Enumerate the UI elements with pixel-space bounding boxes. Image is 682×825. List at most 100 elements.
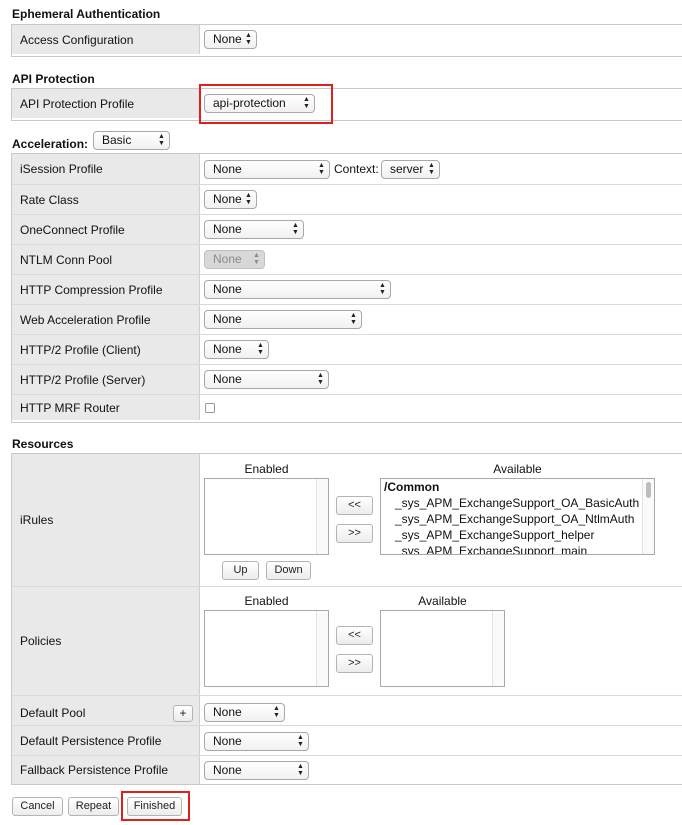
select-arrows-icon xyxy=(297,734,304,749)
isession-label: iSession Profile xyxy=(20,162,103,176)
irules-enabled-header: Enabled xyxy=(244,462,289,476)
ephemeral-auth-heading: Ephemeral Authentication xyxy=(12,7,161,21)
irules-available-list[interactable]: /Common _sys_APM_ExchangeSupport_OA_Basi… xyxy=(380,478,655,555)
default-persistence-select[interactable]: None xyxy=(204,732,309,751)
ntlm-label-cell: NTLM Conn Pool xyxy=(12,245,200,274)
irules-enabled-list[interactable] xyxy=(204,478,329,555)
irules-move-left-button[interactable]: << xyxy=(336,496,373,515)
policies-move-left-button[interactable]: << xyxy=(336,626,373,645)
http2-server-row: HTTP/2 Profile (Server) None xyxy=(12,364,682,394)
oneconnect-label: OneConnect Profile xyxy=(20,222,125,237)
context-select[interactable]: server xyxy=(381,160,440,179)
http-mrf-row: HTTP MRF Router xyxy=(12,394,682,420)
select-arrows-icon xyxy=(245,32,252,47)
policies-enabled-scrollbar[interactable] xyxy=(316,611,328,686)
api-profile-label-cell: API Protection Profile xyxy=(12,89,200,118)
select-arrows-icon xyxy=(257,342,264,357)
cancel-button[interactable]: Cancel xyxy=(12,797,63,816)
default-persistence-value: None xyxy=(213,734,242,748)
default-pool-value: None xyxy=(213,705,242,719)
irules-available-header: Available xyxy=(493,462,542,476)
default-pool-row: Default Pool + None xyxy=(12,695,682,725)
context-value: server xyxy=(390,162,424,176)
default-persistence-label: Default Persistence Profile xyxy=(20,733,162,748)
acceleration-mode-select[interactable]: Basic xyxy=(93,131,170,150)
http-compression-select[interactable]: None xyxy=(204,280,391,299)
irules-available-item[interactable]: _sys_APM_ExchangeSupport_OA_NtlmAuth xyxy=(395,512,634,526)
web-acceleration-label: Web Acceleration Profile xyxy=(20,312,151,327)
acceleration-mode-value: Basic xyxy=(102,133,132,147)
rate-class-select[interactable]: None xyxy=(204,190,257,209)
policies-available-list[interactable] xyxy=(380,610,505,687)
policies-label-cell: Policies xyxy=(12,587,200,695)
policies-move-right-button[interactable]: >> xyxy=(336,654,373,673)
web-acceleration-label-cell: Web Acceleration Profile xyxy=(12,305,200,334)
http-mrf-checkbox[interactable] xyxy=(205,403,215,413)
fallback-persistence-label-cell: Fallback Persistence Profile xyxy=(12,756,200,784)
acceleration-table: iSession Profile None Context: server Ra… xyxy=(11,153,682,423)
select-arrows-icon xyxy=(318,162,325,177)
rate-class-label-cell: Rate Class xyxy=(12,185,200,214)
rate-class-row: Rate Class None xyxy=(12,184,682,214)
irules-available-scrollbar[interactable] xyxy=(642,479,654,554)
http-compression-label-cell: HTTP Compression Profile xyxy=(12,275,200,304)
irules-move-right-button[interactable]: >> xyxy=(336,524,373,543)
access-config-select[interactable]: None xyxy=(204,30,257,49)
repeat-button[interactable]: Repeat xyxy=(68,797,119,816)
http2-server-select[interactable]: None xyxy=(204,370,329,389)
http2-client-select[interactable]: None xyxy=(204,340,269,359)
policies-available-scrollbar[interactable] xyxy=(492,611,504,686)
policies-row: Policies Enabled << >> Available xyxy=(12,586,682,695)
irules-up-button[interactable]: Up xyxy=(222,561,259,580)
default-pool-select[interactable]: None xyxy=(204,703,285,722)
default-pool-label: Default Pool xyxy=(20,706,86,720)
oneconnect-select[interactable]: None xyxy=(204,220,304,239)
irules-label-cell: iRules xyxy=(12,454,200,586)
oneconnect-label-cell: OneConnect Profile xyxy=(12,215,200,244)
access-config-label: Access Configuration xyxy=(20,32,134,47)
ntlm-row: NTLM Conn Pool None xyxy=(12,244,682,274)
http2-client-label: HTTP/2 Profile (Client) xyxy=(20,342,141,357)
select-arrows-icon xyxy=(317,372,324,387)
api-protection-table: API Protection Profile api-protection xyxy=(11,88,682,121)
fallback-persistence-select[interactable]: None xyxy=(204,761,309,780)
select-arrows-icon xyxy=(428,162,435,177)
select-arrows-icon xyxy=(245,192,252,207)
fallback-persistence-label: Fallback Persistence Profile xyxy=(20,763,169,777)
irules-available-item[interactable]: _sys_APM_ExchangeSupport_OA_BasicAuth xyxy=(395,496,639,510)
select-arrows-icon xyxy=(379,282,386,297)
isession-select[interactable]: None xyxy=(204,160,330,179)
http2-server-label: HTTP/2 Profile (Server) xyxy=(20,372,146,387)
isession-label-cell: iSession Profile xyxy=(12,154,200,184)
context-label: Context: xyxy=(334,162,379,176)
http-compression-label: HTTP Compression Profile xyxy=(20,282,163,297)
http2-server-label-cell: HTTP/2 Profile (Server) xyxy=(12,365,200,394)
select-arrows-icon xyxy=(297,763,304,778)
http2-server-value: None xyxy=(213,372,242,386)
default-persistence-label-cell: Default Persistence Profile xyxy=(12,726,200,755)
http-mrf-label: HTTP MRF Router xyxy=(20,400,120,415)
http2-client-value: None xyxy=(213,342,242,356)
select-arrows-icon xyxy=(292,222,299,237)
api-protection-heading: API Protection xyxy=(12,72,95,86)
irules-available-item[interactable]: _sys_APM_ExchangeSupport_helper xyxy=(395,528,594,542)
web-acceleration-select[interactable]: None xyxy=(204,310,362,329)
access-config-row: Access Configuration None xyxy=(12,25,682,54)
http2-client-row: HTTP/2 Profile (Client) None xyxy=(12,334,682,364)
scrollbar-thumb[interactable] xyxy=(646,482,651,498)
irules-enabled-scrollbar[interactable] xyxy=(316,479,328,554)
ntlm-label: NTLM Conn Pool xyxy=(20,252,113,267)
api-profile-label: API Protection Profile xyxy=(20,96,135,111)
policies-enabled-list[interactable] xyxy=(204,610,329,687)
select-arrows-icon xyxy=(273,705,280,720)
irules-down-button[interactable]: Down xyxy=(266,561,311,580)
http-compression-value: None xyxy=(213,282,242,296)
irules-available-group: /Common xyxy=(384,480,440,494)
http-mrf-label-cell: HTTP MRF Router xyxy=(12,395,200,420)
ntlm-select: None xyxy=(204,250,265,269)
irules-available-item[interactable]: _sys_APM_ExchangeSupport_main xyxy=(395,544,587,554)
web-acceleration-row: Web Acceleration Profile None xyxy=(12,304,682,334)
http2-client-label-cell: HTTP/2 Profile (Client) xyxy=(12,335,200,364)
add-pool-button[interactable]: + xyxy=(173,705,193,722)
resources-heading: Resources xyxy=(12,437,74,451)
